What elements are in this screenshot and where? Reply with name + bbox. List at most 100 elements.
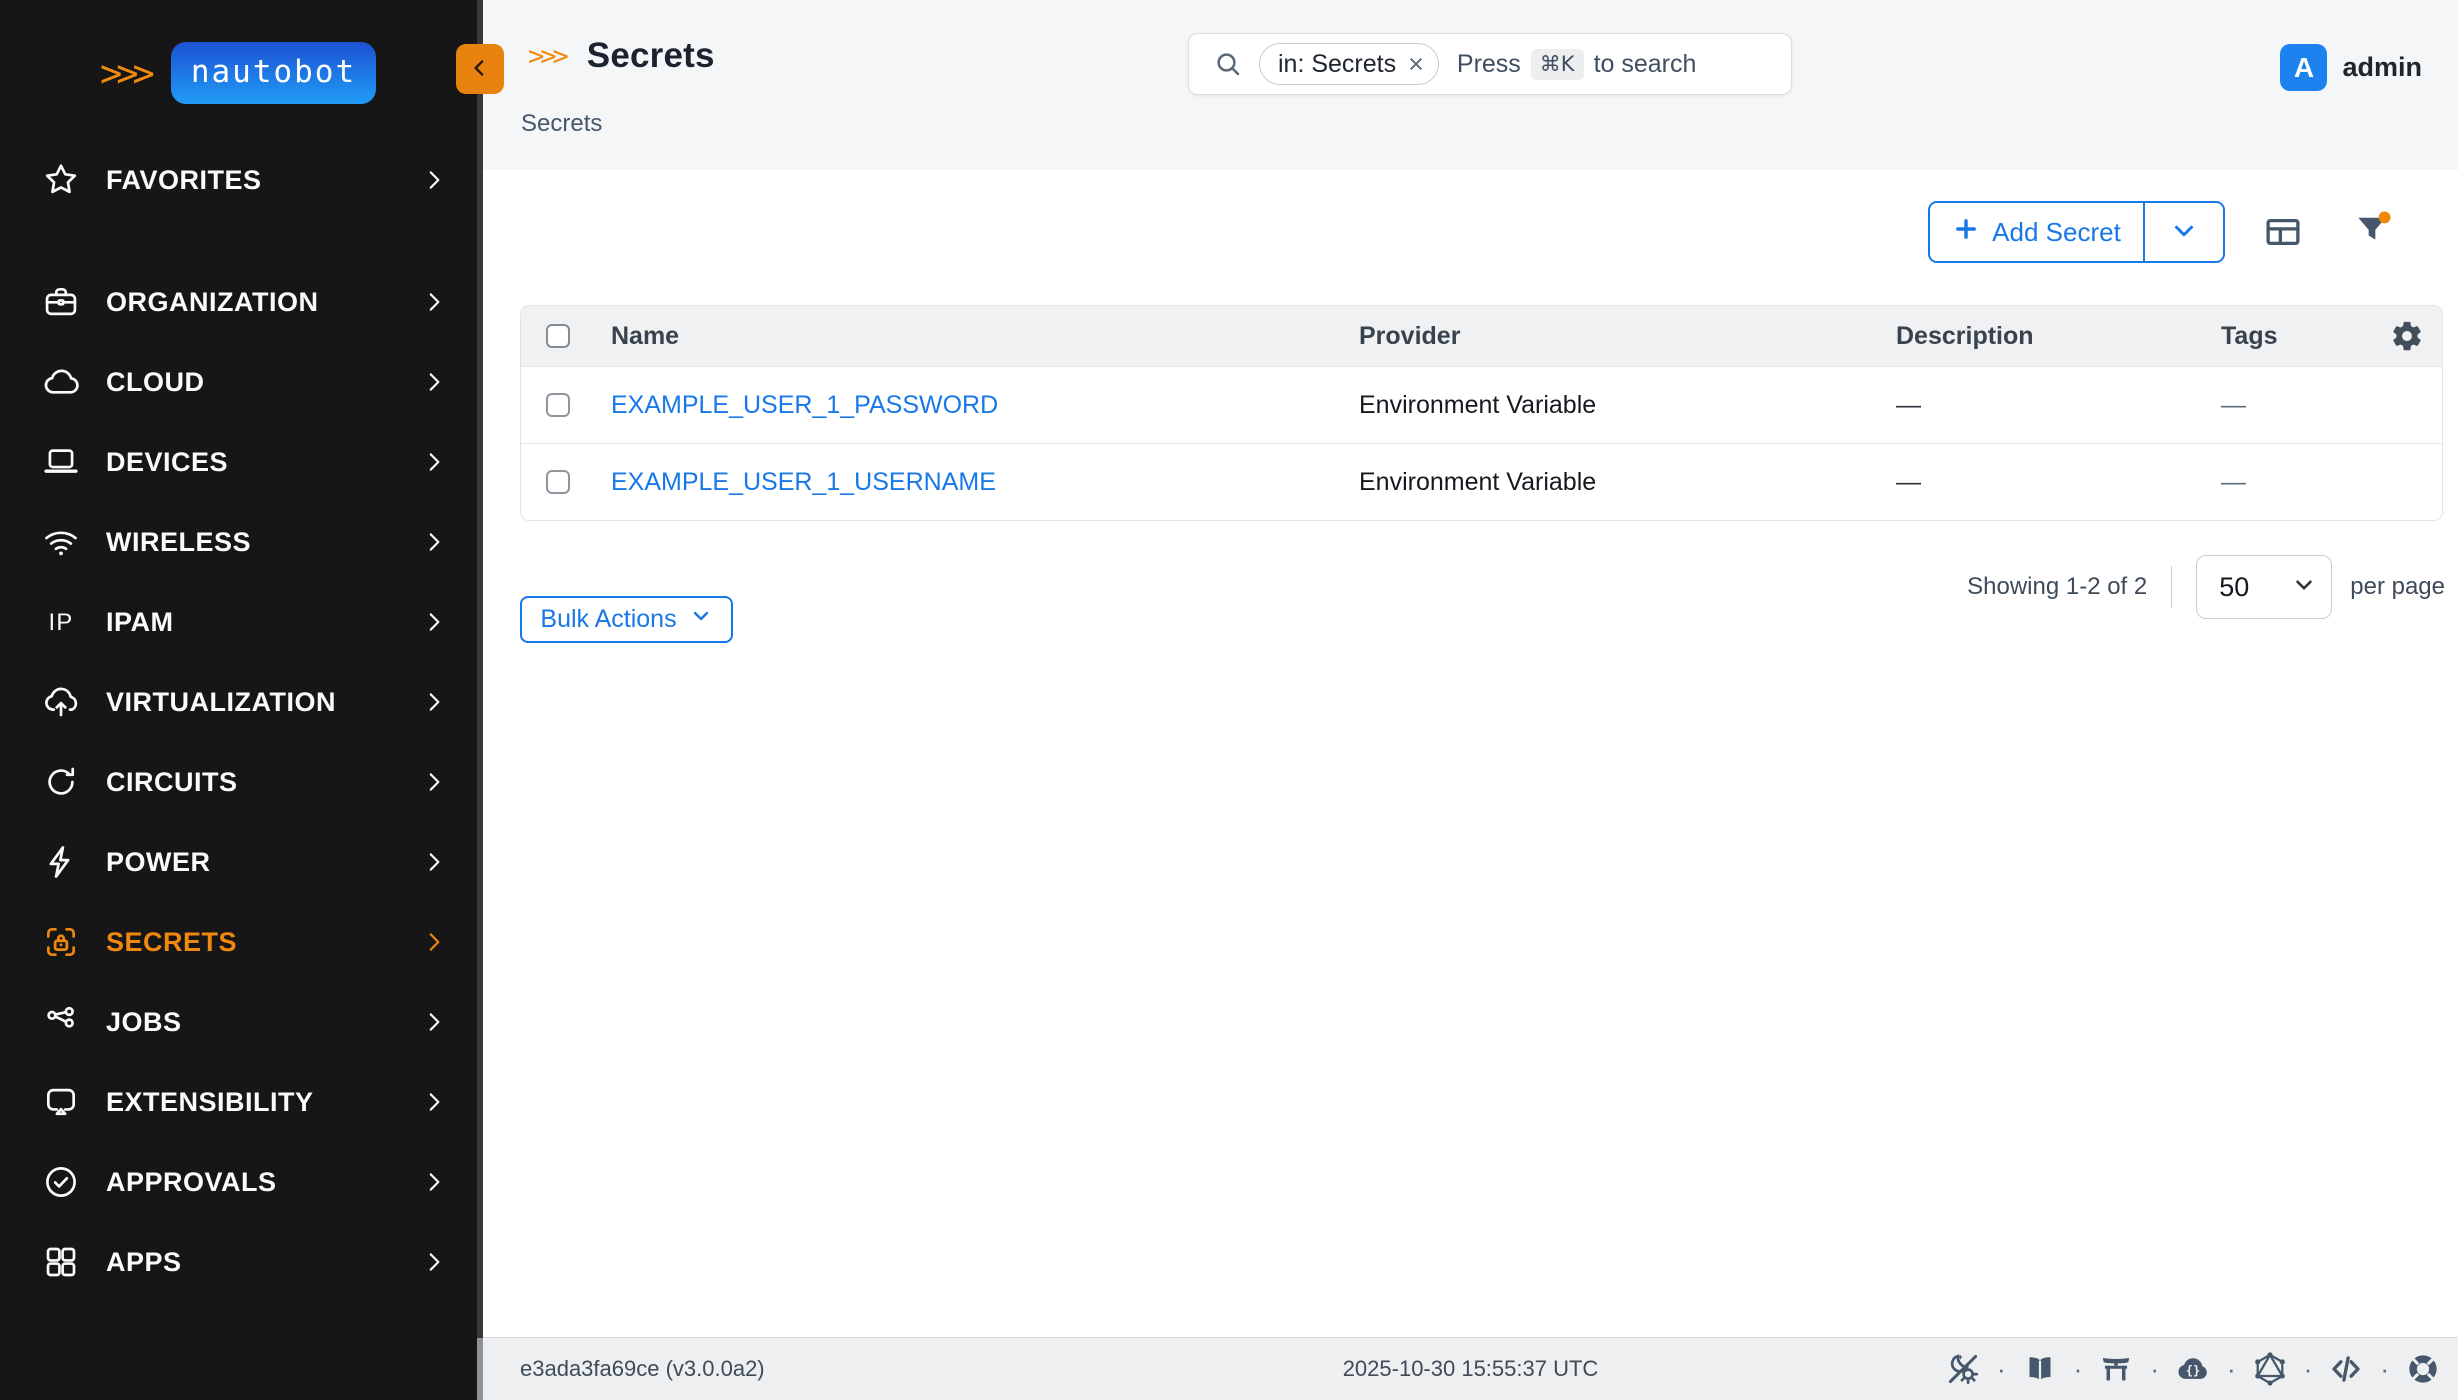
select-all-checkbox[interactable] xyxy=(546,324,570,348)
chevron-down-icon xyxy=(689,604,713,635)
sidebar-item-jobs[interactable]: JOBS xyxy=(0,982,477,1062)
nautobot-logo[interactable]: >>> nautobot xyxy=(100,42,376,104)
column-header-description[interactable]: Description xyxy=(1896,322,2221,351)
search-icon xyxy=(1213,49,1243,79)
chevron-right-icon xyxy=(421,449,447,475)
sidebar-item-label: VIRTUALIZATION xyxy=(106,687,421,718)
sidebar-item-apps[interactable]: APPS xyxy=(0,1222,477,1302)
content-area: >>> Secrets Secrets in: Secrets × Press … xyxy=(483,0,2458,1400)
sidebar-nav: FAVORITES ORGANIZATION CLOUD xyxy=(0,140,477,1302)
search-scope-chip[interactable]: in: Secrets × xyxy=(1259,43,1439,85)
sidebar-item-cloud[interactable]: CLOUD xyxy=(0,342,477,422)
sidebar-item-label: CLOUD xyxy=(106,367,421,398)
close-icon[interactable]: × xyxy=(1408,51,1424,78)
showing-count: Showing 1-2 of 2 xyxy=(1967,573,2147,601)
sidebar-item-label: JOBS xyxy=(106,1007,421,1038)
theme-toggle-icon[interactable] xyxy=(1942,1348,1984,1390)
chevron-left-icon xyxy=(467,55,493,84)
table-layout-button[interactable] xyxy=(2260,210,2306,256)
sidebar-item-label: IPAM xyxy=(106,607,421,638)
secret-name-link[interactable]: EXAMPLE_USER_1_USERNAME xyxy=(611,468,996,496)
sidebar-item-secrets[interactable]: SECRETS xyxy=(0,902,477,982)
chevron-down-icon xyxy=(2169,216,2199,249)
row-checkbox[interactable] xyxy=(546,470,570,494)
chevron-down-icon xyxy=(2291,572,2317,603)
sidebar-item-devices[interactable]: DEVICES xyxy=(0,422,477,502)
add-secret-main[interactable]: Add Secret xyxy=(1930,203,2143,261)
sidebar-item-favorites[interactable]: FAVORITES xyxy=(0,140,477,220)
filter-icon xyxy=(2351,209,2393,254)
sidebar-item-wireless[interactable]: WIRELESS xyxy=(0,502,477,582)
title-chevrons-icon: >>> xyxy=(528,41,569,72)
column-header-name[interactable]: Name xyxy=(611,322,1359,351)
sidebar-item-label: FAVORITES xyxy=(106,165,421,196)
check-circle-icon xyxy=(42,1163,80,1201)
table-settings-button[interactable] xyxy=(2390,319,2424,353)
description-cell: — xyxy=(1896,391,2221,420)
torii-gate-icon[interactable] xyxy=(2095,1348,2137,1390)
column-header-provider[interactable]: Provider xyxy=(1359,322,1896,351)
bulk-actions-button[interactable]: Bulk Actions xyxy=(520,596,733,643)
graph-icon xyxy=(42,1003,80,1041)
plugin-bubble-icon xyxy=(42,1083,80,1121)
page-header: >>> Secrets Secrets in: Secrets × Press … xyxy=(483,0,2458,170)
tags-cell: — xyxy=(2221,468,2372,497)
sidebar-item-circuits[interactable]: CIRCUITS xyxy=(0,742,477,822)
chevron-right-icon xyxy=(421,929,447,955)
scrollbar-thumb[interactable] xyxy=(477,1338,483,1400)
sidebar-item-label: DEVICES xyxy=(106,447,421,478)
provider-cell: Environment Variable xyxy=(1359,468,1896,497)
row-checkbox[interactable] xyxy=(546,393,570,417)
chevron-right-icon xyxy=(421,167,447,193)
filter-button[interactable] xyxy=(2349,208,2395,254)
page-size-value: 50 xyxy=(2219,572,2291,603)
chevron-right-icon xyxy=(421,689,447,715)
chevron-right-icon xyxy=(421,769,447,795)
sidebar-item-approvals[interactable]: APPROVALS xyxy=(0,1142,477,1222)
footer: e3ada3fa69ce (v3.0.0a2) 2025-10-30 15:55… xyxy=(483,1337,2458,1400)
cloud-icon xyxy=(42,363,80,401)
sidebar-scrollbar[interactable] xyxy=(477,0,483,1400)
sidebar-item-extensibility[interactable]: EXTENSIBILITY xyxy=(0,1062,477,1142)
ip-icon: IP xyxy=(42,603,80,641)
briefcase-icon xyxy=(42,283,80,321)
chevron-right-icon xyxy=(421,1249,447,1275)
footer-links: · · · {} · · xyxy=(1942,1338,2444,1400)
add-secret-dropdown[interactable] xyxy=(2145,203,2223,261)
search-hint: Press ⌘K to search xyxy=(1457,49,1697,80)
breadcrumb[interactable]: Secrets xyxy=(521,110,602,138)
chevron-right-icon xyxy=(421,529,447,555)
secret-name-link[interactable]: EXAMPLE_USER_1_PASSWORD xyxy=(611,391,998,419)
docs-book-icon[interactable] xyxy=(2019,1348,2061,1390)
sidebar-item-virtualization[interactable]: VIRTUALIZATION xyxy=(0,662,477,742)
sidebar-item-ipam[interactable]: IP IPAM xyxy=(0,582,477,662)
help-lifebuoy-icon[interactable] xyxy=(2402,1348,2444,1390)
api-cloud-icon[interactable]: {} xyxy=(2172,1348,2214,1390)
table-header-row: Name Provider Description Tags xyxy=(521,306,2442,366)
code-icon[interactable] xyxy=(2325,1348,2367,1390)
page-title: Secrets xyxy=(587,36,715,76)
logo-chevrons-icon: >>> xyxy=(100,52,155,95)
bolt-icon xyxy=(42,843,80,881)
sidebar-item-label: POWER xyxy=(106,847,421,878)
column-header-tags[interactable]: Tags xyxy=(2221,322,2372,351)
build-version: e3ada3fa69ce (v3.0.0a2) xyxy=(520,1338,765,1400)
avatar[interactable]: A xyxy=(2280,44,2327,91)
chevron-right-icon xyxy=(421,1169,447,1195)
global-search-input[interactable]: in: Secrets × Press ⌘K to search xyxy=(1188,33,1792,95)
sidebar-collapse-button[interactable] xyxy=(456,44,504,94)
table-layout-icon xyxy=(2262,211,2304,256)
dot-separator: · xyxy=(2380,1356,2389,1382)
sidebar-item-power[interactable]: POWER xyxy=(0,822,477,902)
add-secret-button[interactable]: Add Secret xyxy=(1928,201,2225,263)
search-hint-press: Press xyxy=(1457,50,1521,79)
sidebar-item-organization[interactable]: ORGANIZATION xyxy=(0,262,477,342)
graphql-icon[interactable] xyxy=(2249,1348,2291,1390)
page-size-select[interactable]: 50 xyxy=(2196,555,2332,619)
user-menu[interactable]: A admin xyxy=(2280,44,2422,91)
chevron-right-icon xyxy=(421,849,447,875)
table-row: EXAMPLE_USER_1_USERNAME Environment Vari… xyxy=(521,443,2442,520)
chevron-right-icon xyxy=(421,289,447,315)
sidebar-item-label: WIRELESS xyxy=(106,527,421,558)
sidebar-item-label: EXTENSIBILITY xyxy=(106,1087,421,1118)
